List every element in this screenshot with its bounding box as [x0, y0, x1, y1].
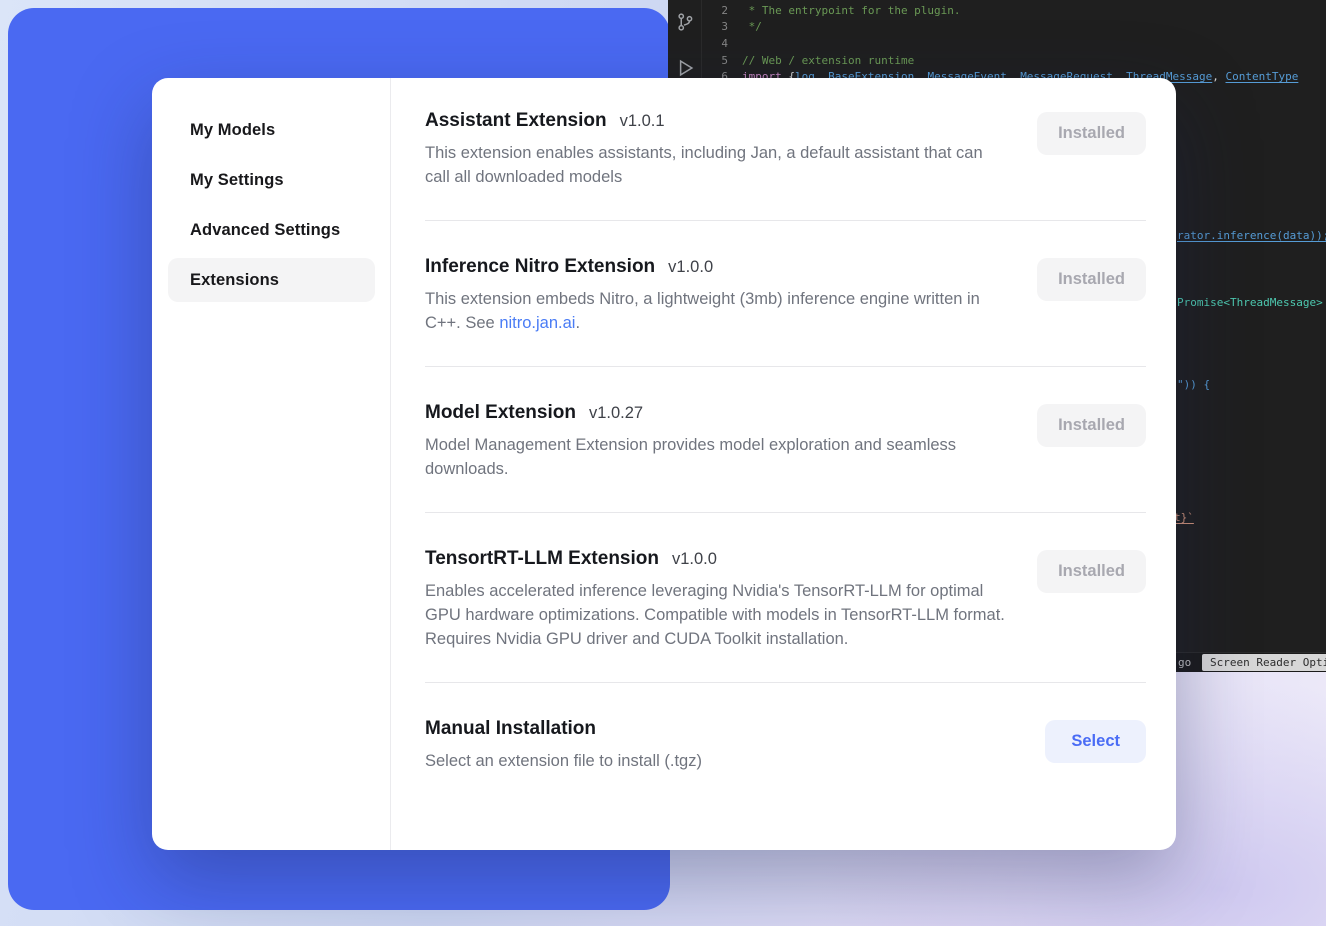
settings-sidebar: My Models My Settings Advanced Settings … [152, 78, 391, 850]
screen-reader-badge[interactable]: Screen Reader Optimized [1202, 654, 1326, 671]
divider [425, 682, 1146, 683]
installed-button[interactable]: Installed [1037, 112, 1146, 155]
extension-description: This extension enables assistants, inclu… [425, 141, 1007, 189]
nitro-jan-ai-link[interactable]: nitro.jan.ai [499, 314, 575, 332]
code-fragment: Promise<ThreadMessage> [1177, 296, 1323, 309]
extension-row-tensorrt: TensortRT-LLM Extension v1.0.0 Enables a… [425, 548, 1146, 651]
select-file-button[interactable]: Select [1045, 720, 1146, 763]
desktop-background: 2 * The entrypoint for the plugin. 3 */ … [0, 0, 1326, 926]
installed-button[interactable]: Installed [1037, 404, 1146, 447]
divider [425, 366, 1146, 367]
line-number: 2 [702, 4, 728, 17]
code-line: 4 [702, 35, 1326, 52]
extension-name: Inference Nitro Extension [425, 256, 655, 278]
code-fragment: t}` [1174, 511, 1194, 524]
divider [425, 512, 1146, 513]
extension-row-nitro: Inference Nitro Extension v1.0.0 This ex… [425, 256, 1146, 335]
sidebar-item-my-settings[interactable]: My Settings [168, 158, 375, 202]
extension-row-assistant: Assistant Extension v1.0.1 This extensio… [425, 110, 1146, 189]
extension-name: Model Extension [425, 402, 576, 424]
sidebar-item-extensions[interactable]: Extensions [168, 258, 375, 302]
code-line: 2 * The entrypoint for the plugin. [702, 2, 1326, 19]
extension-description: Model Management Extension provides mode… [425, 433, 1007, 481]
extensions-panel: Assistant Extension v1.0.1 This extensio… [391, 78, 1176, 850]
manual-installation-description: Select an extension file to install (.tg… [425, 749, 1007, 773]
extension-name: TensortRT-LLM Extension [425, 548, 659, 570]
code-line: 3 */ [702, 19, 1326, 36]
source-control-icon[interactable] [675, 12, 695, 32]
code-fragment: ")) { [1177, 378, 1210, 391]
line-number: 4 [702, 37, 728, 50]
extension-row-model: Model Extension v1.0.27 Model Management… [425, 402, 1146, 481]
sidebar-item-advanced-settings[interactable]: Advanced Settings [168, 208, 375, 252]
divider [425, 220, 1146, 221]
code-text: */ [742, 20, 762, 33]
extension-name: Assistant Extension [425, 110, 607, 132]
status-language-indicator[interactable]: go [1178, 656, 1191, 669]
line-number: 5 [702, 54, 728, 67]
sidebar-item-label: Extensions [190, 271, 279, 290]
extension-version: v1.0.0 [672, 550, 717, 569]
sidebar-item-label: Advanced Settings [190, 221, 340, 240]
extension-description: This extension embeds Nitro, a lightweig… [425, 287, 1007, 335]
settings-modal: My Models My Settings Advanced Settings … [152, 78, 1176, 850]
extension-version: v1.0.0 [668, 258, 713, 277]
line-number: 3 [702, 20, 728, 33]
sidebar-item-my-models[interactable]: My Models [168, 108, 375, 152]
installed-button[interactable]: Installed [1037, 258, 1146, 301]
description-text: . [575, 314, 580, 332]
manual-installation-title: Manual Installation [425, 718, 596, 740]
code-line: 5 // Web / extension runtime [702, 52, 1326, 69]
extension-version: v1.0.27 [589, 404, 643, 423]
extension-version: v1.0.1 [620, 112, 665, 131]
code-fragment: rator.inference(data)); [1177, 229, 1326, 242]
manual-installation-row: Manual Installation Select an extension … [425, 718, 1146, 773]
extension-description: Enables accelerated inference leveraging… [425, 579, 1007, 651]
sidebar-item-label: My Models [190, 121, 275, 140]
code-text: // Web / extension runtime [742, 54, 914, 67]
installed-button[interactable]: Installed [1037, 550, 1146, 593]
sidebar-item-label: My Settings [190, 171, 284, 190]
editor-code-area: 2 * The entrypoint for the plugin. 3 */ … [702, 2, 1326, 85]
code-text: * The entrypoint for the plugin. [742, 4, 961, 17]
run-debug-icon[interactable] [675, 58, 695, 78]
